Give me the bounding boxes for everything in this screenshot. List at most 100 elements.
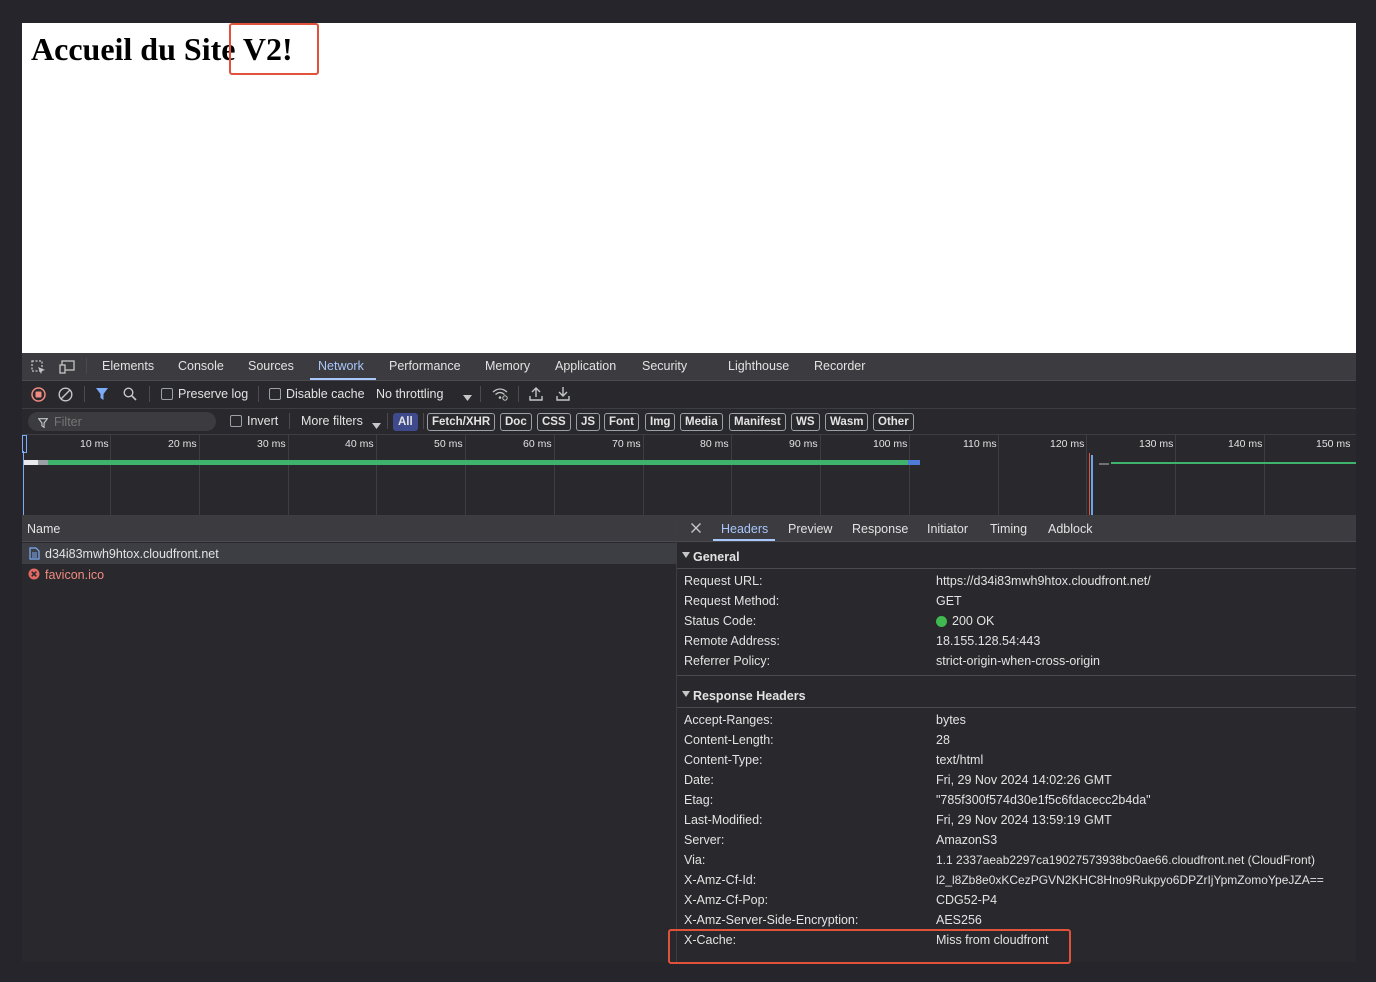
type-filter-doc[interactable]: Doc — [500, 413, 532, 431]
type-filter-wasm[interactable]: Wasm — [825, 413, 869, 431]
section-response-headers-header[interactable]: Response Headers — [677, 683, 1356, 708]
tabbar-separator — [86, 358, 87, 374]
timeline-gridline — [554, 435, 555, 515]
request-row[interactable]: d34i83mwh9htox.cloudfront.net — [22, 543, 676, 564]
type-filter-media[interactable]: Media — [680, 413, 723, 431]
more-filters-dropdown[interactable]: More filters — [301, 414, 363, 428]
tab-network[interactable]: Network — [318, 359, 364, 373]
tab-performance[interactable]: Performance — [389, 359, 461, 373]
filterbar-separator — [289, 413, 290, 429]
detail-tab-response[interactable]: Response — [852, 522, 908, 536]
header-key: Last-Modified: — [684, 813, 763, 827]
invert-checkbox[interactable] — [230, 415, 242, 427]
request-details-pane: Headers Preview Response Initiator Timin… — [677, 516, 1356, 962]
type-filter-img[interactable]: Img — [645, 413, 676, 431]
section-general-header[interactable]: General — [677, 544, 1356, 569]
section-divider — [677, 675, 1356, 676]
disable-cache-label: Disable cache — [286, 387, 365, 401]
chevron-down-icon[interactable] — [463, 390, 472, 404]
header-key: Content-Length: — [684, 733, 774, 747]
filter-funnel-icon[interactable] — [95, 387, 109, 403]
detail-tab-headers[interactable]: Headers — [721, 522, 768, 536]
type-filter-other[interactable]: Other — [873, 413, 914, 431]
timeline-gridline — [199, 435, 200, 515]
preserve-log-checkbox[interactable] — [161, 388, 173, 400]
tab-lighthouse[interactable]: Lighthouse — [728, 359, 789, 373]
header-key: Status Code: — [684, 614, 757, 628]
header-value: https://d34i83mwh9htox.cloudfront.net/ — [936, 574, 1151, 588]
type-filter-fetch-xhr[interactable]: Fetch/XHR — [427, 413, 496, 431]
tab-application[interactable]: Application — [555, 359, 616, 373]
type-filter-js[interactable]: JS — [576, 413, 601, 431]
tab-elements[interactable]: Elements — [102, 359, 154, 373]
record-stop-icon[interactable] — [31, 387, 46, 404]
detail-tab-timing[interactable]: Timing — [990, 522, 1027, 536]
header-value: 18.155.128.54:443 — [936, 634, 1041, 648]
header-value: AmazonS3 — [936, 833, 998, 847]
timeline-gridline — [1086, 435, 1087, 515]
timeline-gridline — [998, 435, 999, 515]
network-conditions-icon[interactable] — [492, 387, 508, 403]
timeline-gridline — [465, 435, 466, 515]
detail-tab-preview[interactable]: Preview — [788, 522, 832, 536]
timeline-tick-label: 30 ms — [257, 438, 286, 450]
invert-label: Invert — [247, 414, 279, 428]
export-har-icon[interactable] — [556, 386, 570, 403]
chevron-down-icon[interactable] — [372, 418, 381, 432]
timeline-tick-label: 50 ms — [434, 438, 463, 450]
devtools-tabbar: Elements Console Sources Network Perform… — [22, 353, 1356, 381]
header-value: "785f300f574d30e1f5c6fdacecc2b4da" — [936, 793, 1151, 807]
devtools-panel: Elements Console Sources Network Perform… — [22, 353, 1356, 962]
header-key: Via: — [684, 853, 706, 867]
type-filter-all[interactable]: All — [393, 413, 418, 431]
filter-funnel-icon — [37, 416, 49, 430]
tab-recorder[interactable]: Recorder — [814, 359, 865, 373]
tab-memory[interactable]: Memory — [485, 359, 530, 373]
detail-tab-adblock[interactable]: Adblock — [1048, 522, 1092, 536]
section-general-title: General — [693, 550, 740, 564]
tab-sources[interactable]: Sources — [248, 359, 294, 373]
detail-tab-headers-underline — [713, 539, 775, 541]
inspect-element-icon[interactable] — [31, 360, 46, 377]
type-filter-css[interactable]: CSS — [537, 413, 571, 431]
type-filter-manifest[interactable]: Manifest — [729, 413, 786, 431]
timeline-tick-label: 110 ms — [963, 438, 997, 450]
import-har-icon[interactable] — [529, 386, 543, 403]
request-download-end-bar — [908, 460, 920, 465]
details-tabbar: Headers Preview Response Initiator Timin… — [677, 516, 1356, 542]
column-header-name[interactable]: Name — [27, 522, 60, 536]
filter-input[interactable] — [28, 412, 216, 431]
header-key: X-Amz-Cf-Pop: — [684, 893, 769, 907]
request-list-header: Name — [22, 516, 676, 542]
network-overview-timeline[interactable]: 10 ms 20 ms 30 ms 40 ms 50 ms 60 ms 70 m… — [22, 435, 1356, 516]
header-key: Referrer Policy: — [684, 654, 771, 668]
section-response-headers-title: Response Headers — [693, 689, 806, 703]
detail-tab-initiator[interactable]: Initiator — [927, 522, 968, 536]
request-stall-bar — [38, 460, 48, 465]
search-icon[interactable] — [123, 387, 137, 403]
tab-console[interactable]: Console — [178, 359, 224, 373]
request-download-bar — [48, 460, 908, 465]
timeline-tick-label: 140 ms — [1228, 438, 1263, 450]
device-toolbar-icon[interactable] — [59, 360, 75, 376]
collapse-triangle-icon — [682, 691, 690, 697]
network-filter-bar: Invert More filters All Fetch/XHR Doc CS… — [22, 409, 1356, 435]
clear-icon[interactable] — [58, 387, 73, 404]
timeline-tick-label: 90 ms — [789, 438, 818, 450]
type-filter-font[interactable]: Font — [604, 413, 639, 431]
toolbar-separator — [480, 386, 481, 402]
error-icon — [28, 568, 40, 582]
close-icon[interactable] — [690, 522, 702, 536]
toolbar-separator — [84, 386, 85, 402]
header-key: Request URL: — [684, 574, 763, 588]
tab-security[interactable]: Security — [642, 359, 687, 373]
toolbar-separator — [518, 386, 519, 402]
timeline-tick-label: 40 ms — [345, 438, 374, 450]
type-filter-ws[interactable]: WS — [791, 413, 820, 431]
timeline-gridline — [1264, 435, 1265, 515]
throttling-select[interactable]: No throttling — [376, 387, 443, 401]
request-name: favicon.ico — [45, 568, 105, 582]
request-row[interactable]: favicon.ico — [22, 564, 676, 585]
disable-cache-checkbox[interactable] — [269, 388, 281, 400]
header-key: Request Method: — [684, 594, 780, 608]
